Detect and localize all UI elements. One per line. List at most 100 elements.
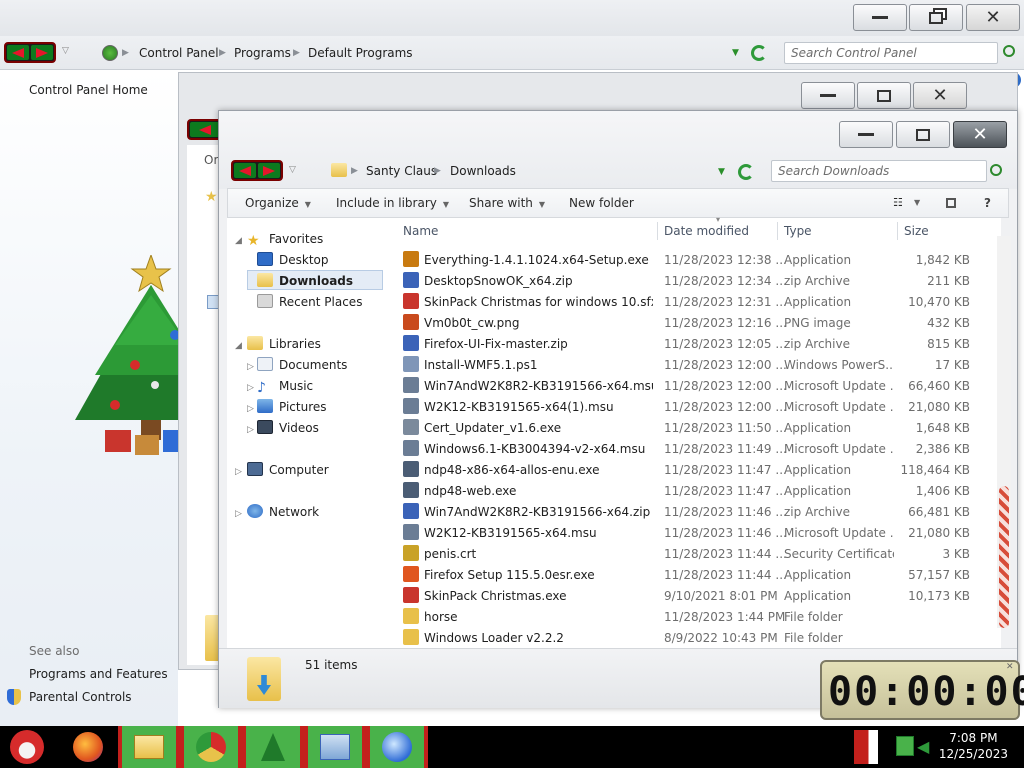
search-icon[interactable] [990, 164, 1002, 176]
file-row[interactable]: Firefox Setup 115.5.0esr.exe 11/28/2023 1… [389, 565, 1001, 586]
file-row[interactable]: Vm0b0t_cw.png 11/28/2023 12:16 ... PNG ima… [389, 313, 1001, 334]
taskbar-file-explorer[interactable] [118, 726, 180, 768]
expand-icon[interactable]: ▷ [247, 425, 254, 435]
nav-videos[interactable]: Videos [257, 418, 319, 438]
nav-downloads[interactable]: Downloads [247, 270, 383, 290]
forward-arrow-icon[interactable] [258, 163, 280, 178]
file-row[interactable]: DesktopSnowOK_x64.zip 11/28/2023 12:34 ..… [389, 271, 1001, 292]
file-row[interactable]: SkinPack Christmas for windows 10.sfx.ex… [389, 292, 1001, 313]
file-type: Security Certificate [784, 547, 894, 561]
file-row[interactable]: Everything-1.4.1.1024.x64-Setup.exe 11/28… [389, 250, 1001, 271]
nav-music[interactable]: ♪ Music [257, 376, 313, 396]
file-row[interactable]: ndp48-web.exe 11/28/2023 11:47 ... Applica… [389, 481, 1001, 502]
collapse-icon[interactable]: ◢ [235, 236, 242, 246]
address-dropdown-icon[interactable]: ▼ [732, 48, 739, 58]
file-row[interactable]: ndp48-x86-x64-allos-enu.exe 11/28/2023 11… [389, 460, 1001, 481]
taskbar-christmas-app[interactable] [242, 726, 304, 768]
forward-arrow-icon[interactable] [31, 45, 53, 60]
start-button[interactable] [0, 726, 54, 768]
nav-desktop[interactable]: Desktop [257, 250, 329, 270]
network-tray-icon[interactable] [896, 736, 914, 756]
file-row[interactable]: Windows Loader v2.2.2 8/9/2022 10:43 PM Fi… [389, 628, 1001, 648]
breadcrumb-downloads[interactable]: Downloads [450, 154, 516, 188]
timer-gadget[interactable]: 00:00:00 ✕ [820, 660, 1024, 720]
volume-icon[interactable]: ◀ [917, 737, 929, 756]
minimize-button[interactable] [801, 82, 855, 109]
nav-pictures[interactable]: Pictures [257, 397, 327, 417]
column-header-name[interactable]: Name [403, 220, 438, 242]
back-arrow-icon[interactable] [7, 45, 29, 60]
column-header-size[interactable]: Size [904, 220, 929, 242]
recent-pages-icon[interactable]: ▽ [62, 46, 69, 56]
back-forward-buttons[interactable] [231, 160, 283, 181]
view-dropdown-icon[interactable]: ▼ [914, 189, 920, 217]
organize-menu[interactable]: Organize ▼ [245, 189, 311, 217]
back-forward-buttons[interactable] [4, 42, 56, 63]
nav-recent-places[interactable]: Recent Places [257, 292, 362, 312]
search-icon[interactable] [1003, 45, 1015, 57]
column-header-type[interactable]: Type [784, 220, 812, 242]
column-header-date[interactable]: Date modified [664, 220, 749, 242]
back-arrow-icon[interactable] [234, 163, 256, 178]
share-with-menu[interactable]: Share with ▼ [469, 189, 545, 217]
view-options-icon[interactable]: ☷ [893, 189, 903, 217]
show-desktop-button[interactable] [854, 730, 878, 764]
nav-libraries[interactable]: Libraries [247, 334, 321, 354]
breadcrumb-programs[interactable]: Programs [234, 36, 291, 70]
file-row[interactable]: W2K12-KB3191565-x64.msu 11/28/2023 11:46 … [389, 523, 1001, 544]
file-row[interactable]: Install-WMF5.1.ps1 11/28/2023 12:00 ... Wi… [389, 355, 1001, 376]
include-in-library-menu[interactable]: Include in library ▼ [336, 189, 449, 217]
help-icon[interactable]: ? [984, 189, 991, 217]
expand-icon[interactable]: ▷ [247, 362, 254, 372]
maximize-button[interactable] [857, 82, 911, 109]
system-clock[interactable]: 7:08 PM 12/25/2023 [939, 730, 1008, 762]
taskbar-firefox[interactable] [60, 726, 116, 768]
breadcrumb-control-panel[interactable]: Control Panel [139, 36, 219, 70]
expand-icon[interactable]: ▷ [247, 383, 254, 393]
nav-documents[interactable]: Documents [257, 355, 347, 375]
scrollbar-thumb[interactable] [999, 486, 1009, 628]
file-row[interactable]: Windows6.1-KB3004394-v2-x64.msu 11/28/202… [389, 439, 1001, 460]
refresh-icon[interactable] [751, 45, 767, 61]
recent-pages-icon[interactable]: ▽ [289, 165, 296, 175]
close-button[interactable]: ✕ [966, 4, 1020, 31]
parental-controls-link[interactable]: Parental Controls [29, 690, 132, 704]
file-row[interactable]: Cert_Updater_v1.6.exe 11/28/2023 11:50 ..… [389, 418, 1001, 439]
expand-icon[interactable]: ▷ [235, 509, 242, 519]
taskbar-chrome[interactable] [180, 726, 242, 768]
file-row[interactable]: Firefox-UI-Fix-master.zip 11/28/2023 12:0… [389, 334, 1001, 355]
preview-pane-icon[interactable] [946, 198, 956, 208]
file-row[interactable]: Win7AndW2K8R2-KB3191566-x64.zip 11/28/202… [389, 502, 1001, 523]
file-row[interactable]: horse 11/28/2023 1:44 PM File folder [389, 607, 1001, 628]
file-row[interactable]: W2K12-KB3191565-x64(1).msu 11/28/2023 12:… [389, 397, 1001, 418]
refresh-icon[interactable] [738, 164, 754, 180]
programs-and-features-link[interactable]: Programs and Features [29, 667, 168, 681]
breadcrumb-default-programs[interactable]: Default Programs [308, 36, 413, 70]
nav-favorites[interactable]: ★ Favorites [247, 229, 323, 249]
new-folder-button[interactable]: New folder [569, 189, 634, 217]
back-arrow-icon[interactable] [190, 122, 220, 137]
file-row[interactable]: Win7AndW2K8R2-KB3191566-x64.msu 11/28/202… [389, 376, 1001, 397]
nav-computer[interactable]: Computer [247, 460, 329, 480]
downloads-search-input[interactable]: Search Downloads [771, 160, 987, 182]
close-icon[interactable]: ✕ [1006, 662, 1014, 672]
control-panel-home-link[interactable]: Control Panel Home [29, 83, 148, 97]
nav-network[interactable]: Network [247, 502, 319, 522]
expand-icon[interactable]: ▷ [235, 467, 242, 477]
expand-icon[interactable]: ▷ [247, 404, 254, 414]
taskbar-control-panel[interactable] [304, 726, 366, 768]
restore-button[interactable] [909, 4, 963, 31]
address-dropdown-icon[interactable]: ▼ [718, 167, 725, 177]
file-row[interactable]: SkinPack Christmas.exe 9/10/2021 8:01 PM A… [389, 586, 1001, 607]
vertical-scrollbar[interactable] [997, 236, 1011, 628]
minimize-button[interactable] [839, 121, 893, 148]
file-row[interactable]: penis.crt 11/28/2023 11:44 ... Security Ce… [389, 544, 1001, 565]
breadcrumb-santy-claus[interactable]: Santy Claus [366, 154, 437, 188]
collapse-icon[interactable]: ◢ [235, 341, 242, 351]
maximize-button[interactable] [896, 121, 950, 148]
close-button[interactable]: ✕ [953, 121, 1007, 148]
taskbar-browser[interactable] [366, 726, 428, 768]
minimize-button[interactable] [853, 4, 907, 31]
control-panel-search-input[interactable]: Search Control Panel [784, 42, 998, 64]
close-button[interactable]: ✕ [913, 82, 967, 109]
